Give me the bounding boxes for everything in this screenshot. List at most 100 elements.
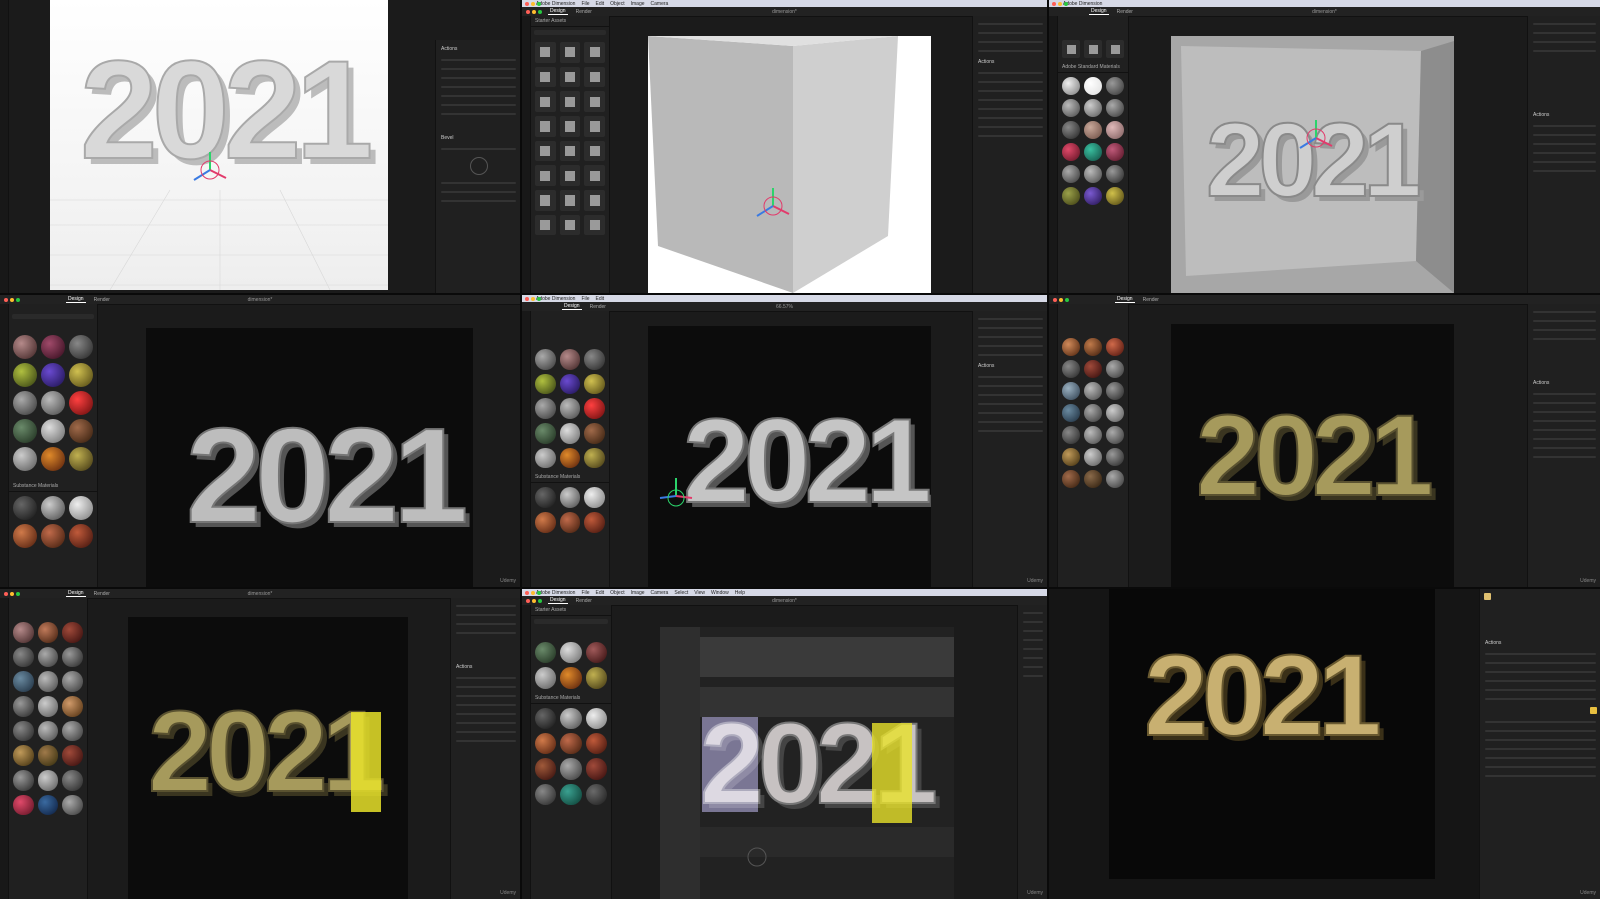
toolbar (1049, 16, 1058, 293)
menu-select[interactable]: Select (674, 590, 688, 596)
menu-file[interactable]: File (581, 590, 589, 596)
menu-app[interactable]: Adobe Dimension (1063, 1, 1102, 7)
substance-materials-heading: Substance Materials (531, 693, 611, 704)
actions-heading: Actions (978, 363, 995, 369)
canvas-viewport[interactable]: 2021 (1171, 36, 1454, 293)
tab-design[interactable]: Design (548, 8, 568, 15)
accent-yellow-swatch (351, 712, 381, 812)
watermark-text: Udemy (1580, 578, 1596, 584)
menu-image[interactable]: Image (631, 1, 645, 7)
tab-render[interactable]: Render (92, 591, 112, 597)
toolbar (0, 304, 9, 587)
search-input[interactable] (534, 619, 608, 624)
menu-object[interactable]: Object (610, 590, 624, 596)
scene-text-2021: 2021 (185, 400, 469, 551)
tab-design[interactable]: Design (1115, 296, 1135, 303)
lavender-highlight (702, 717, 758, 812)
menu-camera[interactable]: Camera (651, 1, 669, 7)
canvas-viewport[interactable]: 2021 (146, 328, 473, 587)
tab-render[interactable]: Render (1115, 9, 1135, 15)
menu-image[interactable]: Image (631, 590, 645, 596)
menu-view[interactable]: View (694, 590, 705, 596)
properties-panel: Actions (972, 16, 1047, 293)
color-swatch[interactable] (1484, 593, 1491, 600)
canvas-viewport[interactable]: 2021 (648, 326, 931, 587)
tab-design[interactable]: Design (66, 590, 86, 597)
actions-heading: Actions (1533, 112, 1550, 118)
tile-6-dark-gold-silver: Design Render 2021 Actions Udemy (1049, 295, 1600, 587)
canvas-viewport[interactable]: 2021 (660, 627, 954, 899)
substance-materials-heading: Substance Materials (531, 472, 609, 484)
transform-gizmo-icon[interactable] (190, 150, 230, 186)
app-tabbar: Design Render dimension* (1049, 7, 1600, 17)
canvas-viewport[interactable]: 2021 (1171, 324, 1454, 587)
menu-app[interactable]: Adobe Dimension (536, 296, 575, 302)
document-title: dimension* (247, 590, 273, 597)
actions-heading: Actions (978, 59, 995, 65)
menu-edit[interactable]: Edit (596, 296, 605, 302)
menu-camera[interactable]: Camera (651, 590, 669, 596)
properties-panel: Actions (1479, 589, 1600, 899)
watermark-text: Udemy (1580, 890, 1596, 896)
transform-gizmo-icon[interactable] (656, 476, 696, 512)
properties-panel: Actions (450, 598, 520, 899)
transform-gizmo-icon[interactable] (1296, 118, 1336, 154)
menu-file[interactable]: File (581, 1, 589, 7)
canvas-viewport[interactable]: 2021 (128, 617, 408, 899)
tab-render[interactable]: Render (574, 598, 594, 604)
app-tabbar: Design Render (1049, 295, 1600, 305)
menu-app[interactable]: Adobe Dimension (536, 1, 575, 7)
macos-menubar: Adobe Dimension File Edit (522, 295, 1047, 302)
document-title: dimension* (772, 8, 797, 15)
materials-panel: Adobe Standard Materials (1058, 16, 1129, 293)
watermark-text: Udemy (1027, 890, 1043, 896)
properties-panel: Actions Bevel (435, 40, 520, 293)
menu-edit[interactable]: Edit (596, 1, 605, 7)
materials-panel (1058, 304, 1129, 587)
bevel-angle-dial[interactable] (469, 157, 488, 175)
search-input[interactable] (12, 314, 94, 319)
tab-design[interactable]: Design (1089, 8, 1109, 15)
toolbar (0, 598, 9, 899)
materials-panel (9, 598, 88, 899)
menu-app[interactable]: Adobe Dimension (536, 590, 575, 596)
menu-object[interactable]: Object (610, 1, 624, 7)
tab-render[interactable]: Render (574, 9, 594, 15)
accent-color-swatch[interactable] (1590, 707, 1597, 714)
cube-shape (648, 36, 898, 293)
document-title: dimension* (1312, 8, 1337, 15)
tile-3-grey-room: Adobe Dimension Design Render dimension*… (1049, 0, 1600, 293)
canvas-viewport[interactable]: 2021 (1109, 589, 1435, 879)
menu-edit[interactable]: Edit (596, 590, 605, 596)
materials-panel: Substance Materials (9, 304, 98, 587)
tab-design[interactable]: Design (66, 296, 86, 303)
menu-window[interactable]: Window (711, 590, 729, 596)
actions-heading: Actions (1485, 640, 1502, 646)
canvas-viewport[interactable] (648, 36, 931, 293)
scene-text-2021: 2021 (682, 394, 931, 528)
actions-heading: Actions (1533, 380, 1550, 386)
tile-7-dark-multicolor: Design Render dimension* 2021 Actions Ud… (0, 589, 520, 899)
properties-panel: Actions (1527, 304, 1600, 587)
tab-render[interactable]: Render (92, 297, 112, 303)
tab-render[interactable]: Render (1141, 297, 1161, 303)
tab-design[interactable]: Design (562, 303, 582, 310)
document-title: dimension* (247, 296, 273, 303)
adobe-standard-materials-heading: Adobe Standard Materials (1058, 62, 1128, 73)
tab-render[interactable]: Render (588, 304, 608, 310)
actions-heading: Actions (441, 46, 458, 52)
watermark-text: Udemy (500, 578, 516, 584)
starter-assets-heading: Starter Assets (531, 605, 611, 616)
menu-help[interactable]: Help (735, 590, 745, 596)
canvas-viewport[interactable]: 2021 (50, 0, 388, 290)
toolbar (522, 311, 531, 587)
macos-menubar: Adobe Dimension File Edit Object Image C… (522, 0, 1047, 7)
bevel-heading: Bevel (441, 135, 454, 141)
tile-8-four-materials: Adobe Dimension File Edit Object Image C… (522, 589, 1047, 899)
transform-gizmo-icon[interactable] (753, 186, 793, 222)
tab-design[interactable]: Design (548, 597, 568, 604)
menu-file[interactable]: File (581, 296, 589, 302)
search-input[interactable] (534, 30, 606, 35)
materials-panel: Substance Materials (531, 311, 610, 587)
zoom-level[interactable]: 66.57% (776, 304, 793, 310)
